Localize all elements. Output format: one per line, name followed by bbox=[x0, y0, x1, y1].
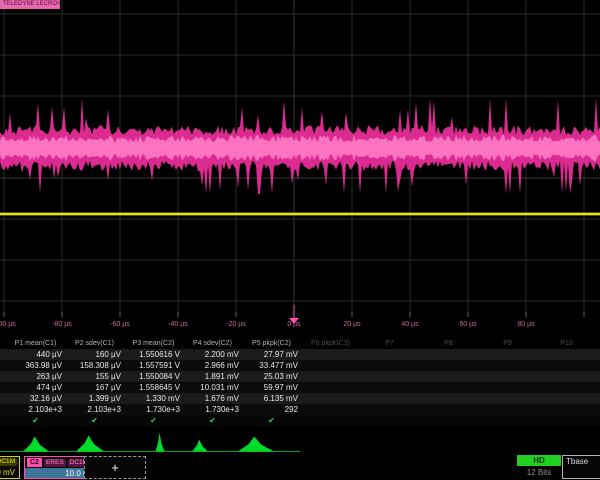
table-row-value: 440 µV 160 µV 1.550616 V 2.200 mV 27.97 … bbox=[0, 349, 600, 360]
param-header-p9[interactable]: P9 bbox=[478, 340, 537, 347]
axis-tick-label: 80 µs bbox=[504, 321, 548, 328]
status-check-icon: ✔ bbox=[65, 416, 124, 426]
table-row-mean: 363.98 µV 158.308 µV 1.557591 V 2.966 mV… bbox=[0, 360, 600, 371]
status-check-icon: ✔ bbox=[124, 416, 183, 426]
status-check-icon: ✔ bbox=[183, 416, 242, 426]
measurement-value: 2.966 mV bbox=[183, 361, 242, 370]
measurement-value: 158.308 µV bbox=[65, 361, 124, 370]
measurement-value: 1.550084 V bbox=[124, 372, 183, 381]
measurement-value: 27.97 mV bbox=[242, 350, 301, 359]
descriptor-bar: DC1M 50.0 mV C2 ERES DC1M 10.0 mV + HD 1… bbox=[0, 455, 600, 480]
table-row-sdev: 32.16 µV 1.399 µV 1.330 mV 1.676 mV 6.13… bbox=[0, 393, 600, 404]
measurement-table: P1 mean(C1) P2 sdev(C1) P3 mean(C2) P4 s… bbox=[0, 338, 600, 426]
measurement-value: 59.97 mV bbox=[242, 383, 301, 392]
tbase-scale-value: 20.0 µs/div bbox=[563, 467, 600, 476]
param-header-p10[interactable]: P10 bbox=[537, 340, 596, 347]
measurement-value: 33.477 mV bbox=[242, 361, 301, 370]
measurement-value: 1.730e+3 bbox=[124, 405, 183, 414]
axis-tick-label: 40 µs bbox=[388, 321, 432, 328]
measurement-value: 2.103e+3 bbox=[6, 405, 65, 414]
measurement-value: 1.730e+3 bbox=[183, 405, 242, 414]
measurement-value: 363.98 µV bbox=[6, 361, 65, 370]
axis-tick-label: 60 µs bbox=[446, 321, 490, 328]
param-header-p8[interactable]: P8 bbox=[419, 340, 478, 347]
measurement-value: 1.550616 V bbox=[124, 350, 183, 359]
trigger-position-marker[interactable] bbox=[289, 318, 299, 324]
add-trace-button[interactable]: + bbox=[84, 456, 146, 479]
waveform-display[interactable] bbox=[0, 0, 600, 318]
param-header-p7[interactable]: P7 bbox=[360, 340, 419, 347]
param-header-p6[interactable]: P6 pkpk(C3) bbox=[301, 340, 360, 347]
measurement-value: 263 µV bbox=[6, 372, 65, 381]
measurement-value: 32.16 µV bbox=[6, 394, 65, 403]
param-header-p5[interactable]: P5 pkpk(C2) bbox=[242, 340, 301, 347]
axis-tick-label: 20 µs bbox=[330, 321, 374, 328]
measurement-value: 1.399 µV bbox=[65, 394, 124, 403]
measurement-value: 6.135 mV bbox=[242, 394, 301, 403]
measurement-value: 1.330 mV bbox=[124, 394, 183, 403]
waveform-grid[interactable]: TELEDYNE LECROY bbox=[0, 0, 600, 318]
measurement-value: 1.676 mV bbox=[183, 394, 242, 403]
axis-tick-label: -100 µs bbox=[0, 321, 26, 328]
param-header-p3[interactable]: P3 mean(C2) bbox=[124, 340, 183, 347]
axis-tick-label: -80 µs bbox=[40, 321, 84, 328]
table-row-max: 474 µV 167 µV 1.558645 V 10.031 mV 59.97… bbox=[0, 382, 600, 393]
measurement-value: 1.557591 V bbox=[124, 361, 183, 370]
param-header-p4[interactable]: P4 sdev(C2) bbox=[183, 340, 242, 347]
hd-mode-badge[interactable]: HD bbox=[517, 455, 561, 466]
axis-tick-label: -60 µs bbox=[98, 321, 142, 328]
measurement-value: 474 µV bbox=[6, 383, 65, 392]
status-check-icon: ✔ bbox=[242, 416, 301, 426]
c1-coupling-badge: DC1M bbox=[0, 458, 17, 466]
axis-tick-label: -20 µs bbox=[214, 321, 258, 328]
table-row-min: 263 µV 155 µV 1.550084 V 1.891 mV 25.03 … bbox=[0, 371, 600, 382]
trace-annotation-badge: TELEDYNE LECROY bbox=[0, 0, 60, 9]
param-header-p1[interactable]: P1 mean(C1) bbox=[6, 340, 65, 347]
timebase-descriptor[interactable]: Tbase 20.0 µs/div bbox=[562, 455, 600, 479]
status-check-icon: ✔ bbox=[6, 416, 65, 426]
measurement-value: 440 µV bbox=[6, 350, 65, 359]
histicon-graphics bbox=[0, 427, 600, 453]
hd-bits-label: 12 Bits bbox=[517, 468, 561, 477]
timebase-axis: -100 µs -80 µs -60 µs -40 µs -20 µs 0 µs… bbox=[0, 318, 600, 334]
table-row-num: 2.103e+3 2.103e+3 1.730e+3 1.730e+3 292 bbox=[0, 404, 600, 415]
table-row-status: ✔ ✔ ✔ ✔ ✔ bbox=[0, 415, 600, 426]
measurement-value: 292 bbox=[242, 405, 301, 414]
c1-scale-value: 50.0 mV bbox=[0, 467, 19, 478]
tbase-label: Tbase bbox=[563, 456, 600, 467]
measurement-value: 1.558645 V bbox=[124, 383, 183, 392]
c2-eres-badge: ERES bbox=[44, 459, 66, 467]
measurement-value: 10.031 mV bbox=[183, 383, 242, 392]
c2-label: C2 bbox=[27, 458, 42, 467]
measurement-header-row: P1 mean(C1) P2 sdev(C1) P3 mean(C2) P4 s… bbox=[0, 338, 600, 349]
measurement-value: 167 µV bbox=[65, 383, 124, 392]
param-header-p2[interactable]: P2 sdev(C1) bbox=[65, 340, 124, 347]
measurement-value: 155 µV bbox=[65, 372, 124, 381]
histicon-strip bbox=[0, 427, 600, 453]
measurement-value: 2.200 mV bbox=[183, 350, 242, 359]
measurement-value: 160 µV bbox=[65, 350, 124, 359]
measurement-value: 1.891 mV bbox=[183, 372, 242, 381]
measurement-value: 25.03 mV bbox=[242, 372, 301, 381]
measurement-value: 2.103e+3 bbox=[65, 405, 124, 414]
channel-c1-descriptor[interactable]: DC1M 50.0 mV bbox=[0, 456, 20, 479]
axis-tick-label: -40 µs bbox=[156, 321, 200, 328]
